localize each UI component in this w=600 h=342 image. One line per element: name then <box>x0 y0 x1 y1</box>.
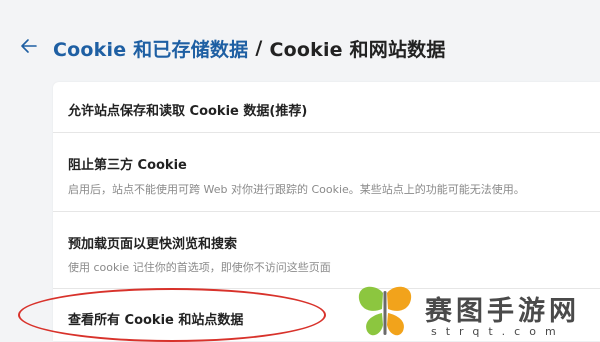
preload-pages-row[interactable]: 预加载页面以更快浏览和搜索 使用 cookie 记住你的首选项，即使你不访问这些… <box>53 212 600 288</box>
view-all-cookies-label: 查看所有 Cookie 和站点数据 <box>68 313 244 328</box>
arrow-left-icon[interactable] <box>19 36 39 56</box>
watermark-text: 赛图手游网 <box>425 296 580 327</box>
breadcrumb-parent-link[interactable]: Cookie 和已存储数据 <box>53 35 248 62</box>
allow-cookies-label: 允许站点保存和读取 Cookie 数据(推荐) <box>68 104 308 119</box>
block-third-party-row[interactable]: 阻止第三方 Cookie 启用后，站点不能使用可跨 Web 对你进行跟踪的 Co… <box>53 133 600 211</box>
breadcrumb: Cookie 和已存储数据 / Cookie 和网站数据 <box>53 33 446 63</box>
allow-cookies-row[interactable]: 允许站点保存和读取 Cookie 数据(推荐) <box>53 82 600 132</box>
back-button[interactable] <box>16 33 42 59</box>
watermark-subtext: strqt.com <box>431 325 565 338</box>
preload-pages-label: 预加载页面以更快浏览和搜索 <box>68 237 238 252</box>
block-third-party-description: 启用后，站点不能使用可跨 Web 对你进行跟踪的 Cookie。某些站点上的功能… <box>68 183 525 196</box>
page-header: Cookie 和已存储数据 / Cookie 和网站数据 <box>0 0 600 80</box>
butterfly-logo-icon <box>358 286 412 336</box>
page-title: Cookie 和网站数据 <box>269 38 446 61</box>
preload-pages-description: 使用 cookie 记住你的首选项，即使你不访问这些页面 <box>68 261 331 274</box>
block-third-party-label: 阻止第三方 Cookie <box>68 158 187 173</box>
breadcrumb-separator: / <box>255 37 263 59</box>
watermark: 赛图手游网 strqt.com <box>355 283 600 341</box>
